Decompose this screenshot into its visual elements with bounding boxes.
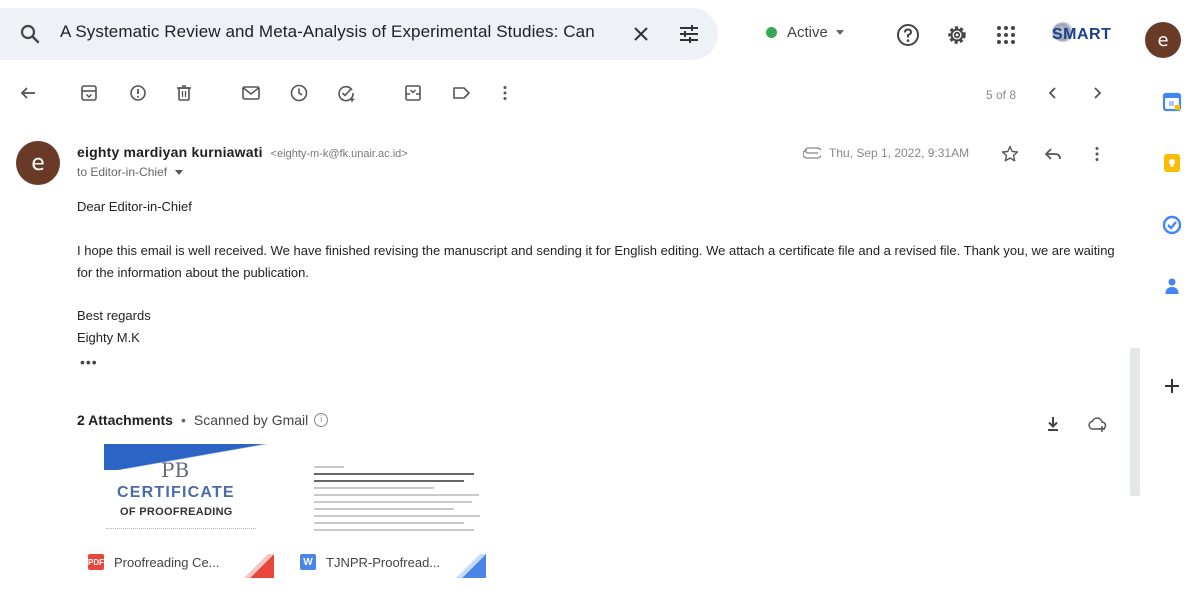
- delete-icon[interactable]: [174, 83, 194, 103]
- closing: Best regards: [77, 308, 151, 323]
- calendar-icon[interactable]: [1161, 91, 1183, 113]
- search-options-icon[interactable]: [677, 22, 701, 46]
- more-vert-icon[interactable]: [495, 83, 515, 103]
- search-bar[interactable]: A Systematic Review and Meta-Analysis of…: [0, 8, 718, 60]
- more-vert-icon[interactable]: [1087, 144, 1107, 164]
- contacts-icon[interactable]: [1161, 275, 1183, 297]
- report-spam-icon[interactable]: [128, 83, 148, 103]
- chevron-down-icon: [835, 30, 844, 35]
- label-icon[interactable]: [451, 83, 471, 103]
- recipient-details-toggle[interactable]: to Editor-in-Chief: [77, 165, 184, 179]
- show-trimmed-content-button[interactable]: •••: [80, 354, 98, 370]
- file-corner-fold-icon: [244, 554, 274, 578]
- message-date: Thu, Sep 1, 2022, 9:31AM: [829, 146, 970, 160]
- sender-line: eighty mardiyan kurniawati <eighty-m-k@f…: [77, 144, 408, 160]
- older-chevron-icon[interactable]: [1087, 83, 1107, 103]
- account-avatar[interactable]: e: [1145, 22, 1181, 58]
- message-meta: Thu, Sep 1, 2022, 9:31AM: [803, 146, 969, 160]
- mark-unread-icon[interactable]: [241, 83, 261, 103]
- search-input[interactable]: A Systematic Review and Meta-Analysis of…: [60, 22, 620, 42]
- help-icon[interactable]: [895, 22, 921, 48]
- document-preview: [314, 466, 482, 536]
- keep-icon[interactable]: [1161, 152, 1183, 174]
- attachment-card-certificate[interactable]: PB CERTIFICATE OF PROOFREADING PDF Proof…: [84, 444, 274, 578]
- add-addon-plus-icon[interactable]: [1161, 375, 1183, 397]
- sender-email: <eighty-m-k@fk.unair.ac.id>: [270, 148, 408, 160]
- greeting: Dear Editor-in-Chief: [77, 199, 192, 214]
- apps-grid-icon[interactable]: [993, 22, 1019, 48]
- message-body: Dear Editor-in-Chief I hope this email i…: [77, 196, 1117, 349]
- scrollbar[interactable]: [1130, 348, 1140, 496]
- clear-search-icon[interactable]: [629, 22, 653, 46]
- info-icon[interactable]: i: [314, 413, 329, 427]
- separator-dot: •: [180, 412, 186, 428]
- attachments-header: 2 Attachments • Scanned by Gmail i: [77, 412, 329, 428]
- attachment-filename: Proofreading Ce...: [114, 554, 220, 570]
- certificate-subtitle: OF PROOFREADING: [120, 506, 233, 518]
- add-to-tasks-icon[interactable]: [336, 83, 356, 103]
- attachment-card-revised-file[interactable]: W TJNPR-Proofread...: [296, 444, 486, 578]
- certificate-title: CERTIFICATE: [117, 484, 235, 501]
- file-corner-fold-icon: [456, 554, 486, 578]
- chevron-down-icon: [175, 169, 184, 175]
- signature: Eighty M.K: [77, 330, 140, 345]
- attachment-filename: TJNPR-Proofread...: [326, 554, 441, 570]
- status-label: Active: [787, 24, 828, 41]
- settings-gear-icon[interactable]: [944, 22, 970, 48]
- pdf-file-icon: PDF: [88, 554, 104, 570]
- body-paragraph: I hope this email is well received. We h…: [77, 243, 1115, 280]
- status-selector[interactable]: Active: [766, 24, 844, 41]
- top-bar: A Systematic Review and Meta-Analysis of…: [0, 0, 1201, 68]
- scanned-label: Scanned by Gmail: [193, 412, 309, 428]
- recipient-line: to Editor-in-Chief: [77, 165, 168, 179]
- reply-icon[interactable]: [1043, 144, 1063, 164]
- certificate-footer-lines: [106, 528, 256, 532]
- sender-avatar[interactable]: e: [16, 141, 60, 185]
- snooze-icon[interactable]: [289, 83, 309, 103]
- certificate-logo: PB: [161, 458, 190, 482]
- add-to-drive-icon[interactable]: [1087, 414, 1107, 434]
- word-file-icon: W: [300, 554, 316, 570]
- move-to-icon[interactable]: [403, 83, 423, 103]
- sender-name[interactable]: eighty mardiyan kurniawati: [77, 144, 263, 160]
- tasks-icon[interactable]: [1161, 214, 1183, 236]
- back-arrow-icon[interactable]: [18, 83, 38, 103]
- attachments-count: 2 Attachments: [77, 412, 173, 428]
- download-all-icon[interactable]: [1043, 414, 1063, 434]
- status-dot: [766, 27, 777, 38]
- star-icon[interactable]: [1000, 144, 1020, 164]
- brand-logo[interactable]: SMART: [1052, 26, 1111, 44]
- attachment-clip-icon: [803, 147, 821, 159]
- pagination-count: 5 of 8: [986, 88, 1017, 102]
- message-toolbar: 5 of 8: [0, 80, 1130, 110]
- search-icon[interactable]: [18, 22, 42, 46]
- newer-chevron-icon[interactable]: [1043, 83, 1063, 103]
- archive-icon[interactable]: [79, 83, 99, 103]
